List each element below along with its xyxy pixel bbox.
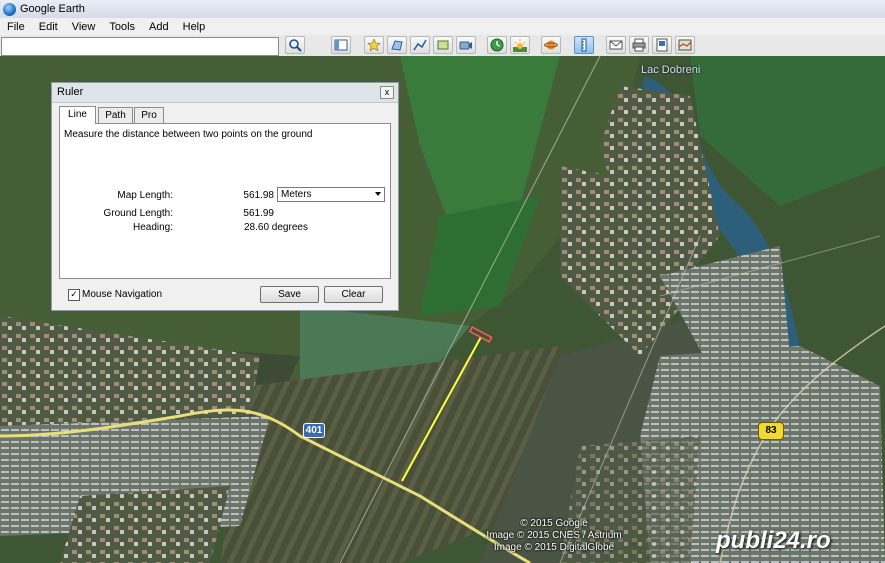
path-button[interactable] xyxy=(410,36,430,54)
heading-label: Heading: xyxy=(132,222,173,233)
menu-file[interactable]: File xyxy=(0,21,32,33)
menu-view[interactable]: View xyxy=(65,21,103,33)
menu-edit[interactable]: Edit xyxy=(32,21,65,33)
print-button[interactable] xyxy=(629,36,649,54)
placemark-icon xyxy=(367,38,381,52)
map-length-value: 561.98 xyxy=(243,190,274,201)
close-button[interactable]: x xyxy=(380,86,394,99)
sky-icon xyxy=(544,40,558,50)
copyright-line: © 2015 Google xyxy=(520,518,588,529)
imagery-copyright: © 2015 Google Image © 2015 CNES / Astriu… xyxy=(474,518,634,554)
view-in-maps-icon xyxy=(678,39,692,51)
toolbar xyxy=(0,35,885,57)
save-image-icon xyxy=(656,38,668,52)
ruler-dialog: Ruler x Line Path Pro Measure the distan… xyxy=(51,82,399,311)
historical-imagery-button[interactable] xyxy=(487,36,507,54)
title-bar: Google Earth xyxy=(0,0,885,18)
sunlight-icon xyxy=(513,39,527,52)
lake-label: Lac Dobreni xyxy=(641,64,701,76)
ruler-icon xyxy=(581,38,587,52)
historical-imagery-icon xyxy=(490,38,504,52)
print-icon xyxy=(632,38,646,52)
sidebar-button[interactable] xyxy=(331,36,351,54)
email-icon xyxy=(609,40,623,50)
ruler-title-bar[interactable]: Ruler x xyxy=(52,83,398,103)
units-selected: Meters xyxy=(281,189,312,200)
view-in-maps-button[interactable] xyxy=(675,36,695,54)
polygon-button[interactable] xyxy=(387,36,407,54)
road-badge-401: 401 xyxy=(303,423,325,438)
road-badge-83: 83 xyxy=(758,422,784,440)
ruler-title: Ruler xyxy=(57,86,84,98)
heading-value: 28.60 degrees xyxy=(244,222,308,233)
tab-pro[interactable]: Pro xyxy=(134,107,164,123)
copyright-line: Image © 2015 DigitalGlobe xyxy=(493,542,615,553)
path-icon xyxy=(413,39,427,51)
email-button[interactable] xyxy=(606,36,626,54)
sky-button[interactable] xyxy=(541,36,561,54)
search-icon xyxy=(289,39,302,52)
clear-button[interactable]: Clear xyxy=(324,286,383,303)
ruler-pane: Measure the distance between two points … xyxy=(59,123,391,279)
image-overlay-button[interactable] xyxy=(433,36,453,54)
menu-tools[interactable]: Tools xyxy=(102,21,142,33)
menu-add[interactable]: Add xyxy=(142,21,176,33)
menu-help[interactable]: Help xyxy=(176,21,213,33)
chevron-down-icon xyxy=(375,192,381,196)
ruler-button[interactable] xyxy=(574,36,594,54)
ground-length-value: 561.99 xyxy=(243,208,274,219)
search-input[interactable] xyxy=(1,37,279,56)
ruler-description: Measure the distance between two points … xyxy=(64,129,313,140)
search-button[interactable] xyxy=(285,36,305,54)
google-earth-icon xyxy=(3,2,16,16)
record-tour-icon xyxy=(459,41,472,50)
save-image-button[interactable] xyxy=(652,36,672,54)
record-tour-button[interactable] xyxy=(456,36,476,54)
window-title: Google Earth xyxy=(20,3,85,15)
sunlight-button[interactable] xyxy=(510,36,530,54)
placemark-button[interactable] xyxy=(364,36,384,54)
mouse-navigation-label: Mouse Navigation xyxy=(82,289,163,300)
ground-length-label: Ground Length: xyxy=(103,208,174,219)
polygon-icon xyxy=(391,40,403,51)
save-button[interactable]: Save xyxy=(260,286,319,303)
copyright-line: Image © 2015 CNES / Astrium xyxy=(486,530,622,541)
sidebar-icon xyxy=(334,39,348,51)
units-select[interactable]: Meters xyxy=(277,187,385,202)
map-length-label: Map Length: xyxy=(117,190,173,201)
watermark: publi24.ro xyxy=(716,527,831,554)
tab-line[interactable]: Line xyxy=(59,106,96,124)
image-overlay-icon xyxy=(437,40,449,50)
tab-path[interactable]: Path xyxy=(98,107,133,123)
mouse-navigation-checkbox[interactable]: ✓ xyxy=(68,289,80,301)
menu-bar: File Edit View Tools Add Help xyxy=(0,18,885,35)
